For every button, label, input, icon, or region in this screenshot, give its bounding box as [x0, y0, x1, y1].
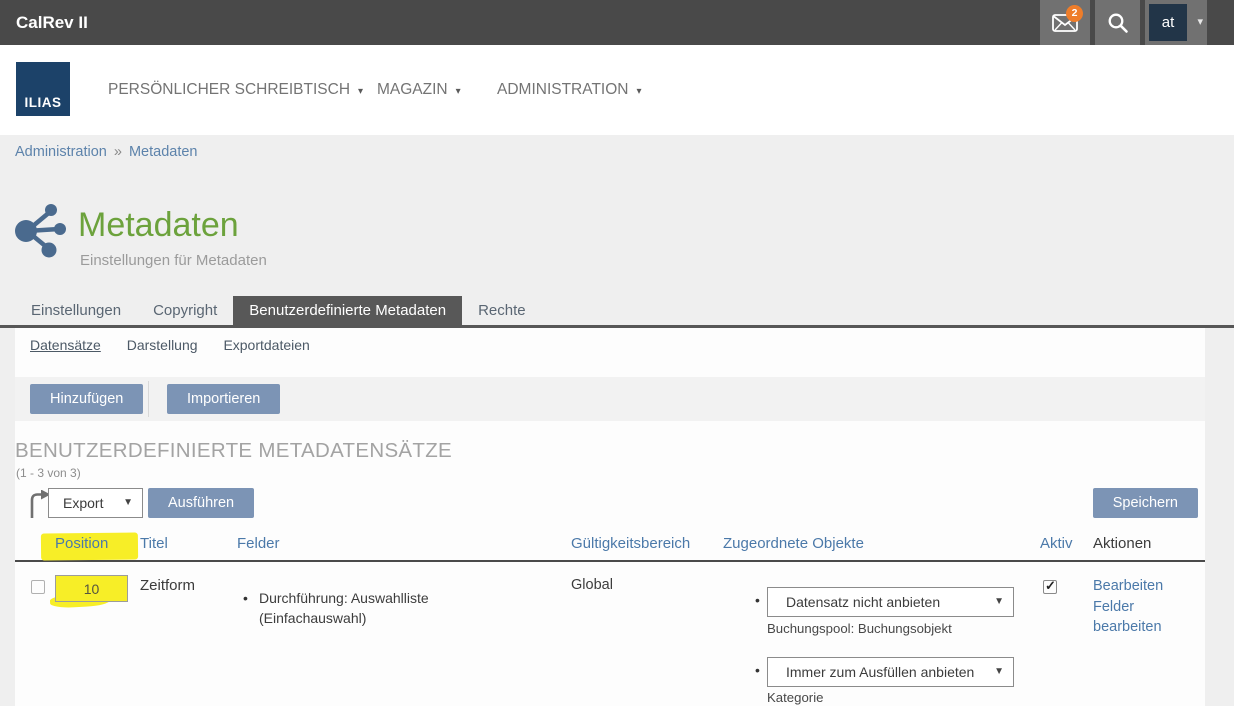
subtab-darstellung[interactable]: Darstellung [127, 337, 198, 353]
assigned-object-select-2[interactable]: Immer zum Ausfüllen anbieten [767, 657, 1014, 687]
app-title: CalRev II [16, 0, 88, 45]
bullet-icon: • [755, 592, 760, 608]
metadata-share-icon [12, 200, 70, 258]
column-header-zugeordnete-objekte[interactable]: Zugeordnete Objekte [723, 535, 864, 552]
tab-copyright[interactable]: Copyright [137, 296, 233, 325]
top-bar: CalRev II 2 at [0, 0, 1234, 45]
select-arrow-icon [994, 658, 1004, 686]
page-title: Metadaten [78, 206, 239, 245]
action-toolbar: Hinzufügen Importieren [15, 377, 1205, 421]
subtab-datensaetze[interactable]: Datensätze [30, 337, 101, 353]
active-checkbox[interactable] [1043, 580, 1057, 594]
bulk-action-select[interactable]: Export [48, 488, 143, 518]
save-button[interactable]: Speichern [1093, 488, 1198, 518]
tab-einstellungen[interactable]: Einstellungen [15, 296, 137, 325]
bullet-icon: • [755, 662, 760, 678]
table-section-title: BENUTZERDEFINIERTE METADATENSÄTZE [15, 439, 452, 463]
field-item: Durchführung: Auswahlliste (Einfachauswa… [243, 589, 481, 628]
tab-bar: Einstellungen Copyright Benutzerdefinier… [15, 296, 542, 325]
column-header-titel[interactable]: Titel [140, 535, 168, 552]
subtab-bar: Datensätze Darstellung Exportdateien [30, 337, 332, 353]
edit-fields-link[interactable]: Felder bearbeiten [1093, 597, 1179, 638]
column-header-position[interactable]: Position [55, 535, 108, 552]
assigned-object-caption-1: Buchungspool: Buchungsobjekt [767, 621, 952, 636]
column-header-aktiv[interactable]: Aktiv [1040, 535, 1073, 552]
import-button[interactable]: Importieren [167, 384, 280, 414]
breadcrumb: Administration»Metadaten [15, 144, 197, 160]
add-button[interactable]: Hinzufügen [30, 384, 143, 414]
column-header-aktionen: Aktionen [1093, 535, 1151, 552]
row-title: Zeitform [140, 577, 195, 594]
execute-button[interactable]: Ausführen [148, 488, 254, 518]
mail-button[interactable] [1040, 0, 1090, 45]
chevron-down-icon [636, 86, 641, 97]
ilias-admin-page: CalRev II 2 at ILIAS PERSÖNLICHER SCHREI… [0, 0, 1234, 706]
column-header-felder[interactable]: Felder [237, 535, 280, 552]
tab-benutzerdefinierte-metadaten[interactable]: Benutzerdefinierte Metadaten [233, 296, 462, 325]
row-fields-list: Durchführung: Auswahlliste (Einfachauswa… [243, 589, 481, 628]
main-header: ILIAS PERSÖNLICHER SCHREIBTISCH MAGAZIN … [0, 45, 1234, 135]
ilias-logo[interactable]: ILIAS [16, 62, 70, 116]
chevron-down-icon [1197, 0, 1203, 45]
nav-administration[interactable]: ADMINISTRATION [497, 45, 642, 135]
subtab-exportdateien[interactable]: Exportdateien [223, 337, 309, 353]
page-subtitle: Einstellungen für Metadaten [80, 252, 267, 269]
search-icon [1107, 12, 1129, 34]
mail-count-badge: 2 [1066, 5, 1083, 22]
table-row: Zeitform Durchführung: Auswahlliste (Ein… [15, 566, 1205, 706]
assigned-object-select-1[interactable]: Datensatz nicht anbieten [767, 587, 1014, 617]
position-input[interactable] [55, 575, 128, 602]
chevron-down-icon [358, 86, 363, 97]
column-header-gueltigkeitsbereich[interactable]: Gültigkeitsbereich [571, 535, 690, 552]
row-scope: Global [571, 577, 613, 593]
tab-rechte[interactable]: Rechte [462, 296, 542, 325]
chevron-down-icon [456, 86, 461, 97]
search-button[interactable] [1095, 0, 1140, 45]
select-arrow-icon [994, 588, 1004, 616]
nav-personal-desktop[interactable]: PERSÖNLICHER SCHREIBTISCH [108, 45, 363, 135]
edit-link[interactable]: Bearbeiten [1093, 576, 1179, 597]
nav-repository[interactable]: MAGAZIN [377, 45, 461, 135]
user-avatar[interactable]: at [1149, 4, 1187, 41]
row-select-checkbox[interactable] [31, 580, 45, 594]
toolbar-divider [148, 381, 149, 417]
assigned-object-caption-2: Kategorie [767, 690, 823, 705]
breadcrumb-administration[interactable]: Administration [15, 144, 107, 160]
content-container: Datensätze Darstellung Exportdateien Hin… [15, 328, 1205, 706]
table-header-row: Position Titel Felder Gültigkeitsbereich… [15, 532, 1205, 562]
breadcrumb-metadaten[interactable]: Metadaten [129, 144, 198, 160]
user-menu[interactable]: at [1145, 0, 1207, 45]
select-arrow-icon [123, 489, 133, 517]
table-range-info: (1 - 3 von 3) [16, 466, 81, 480]
row-actions: Bearbeiten Felder bearbeiten [1093, 576, 1179, 638]
